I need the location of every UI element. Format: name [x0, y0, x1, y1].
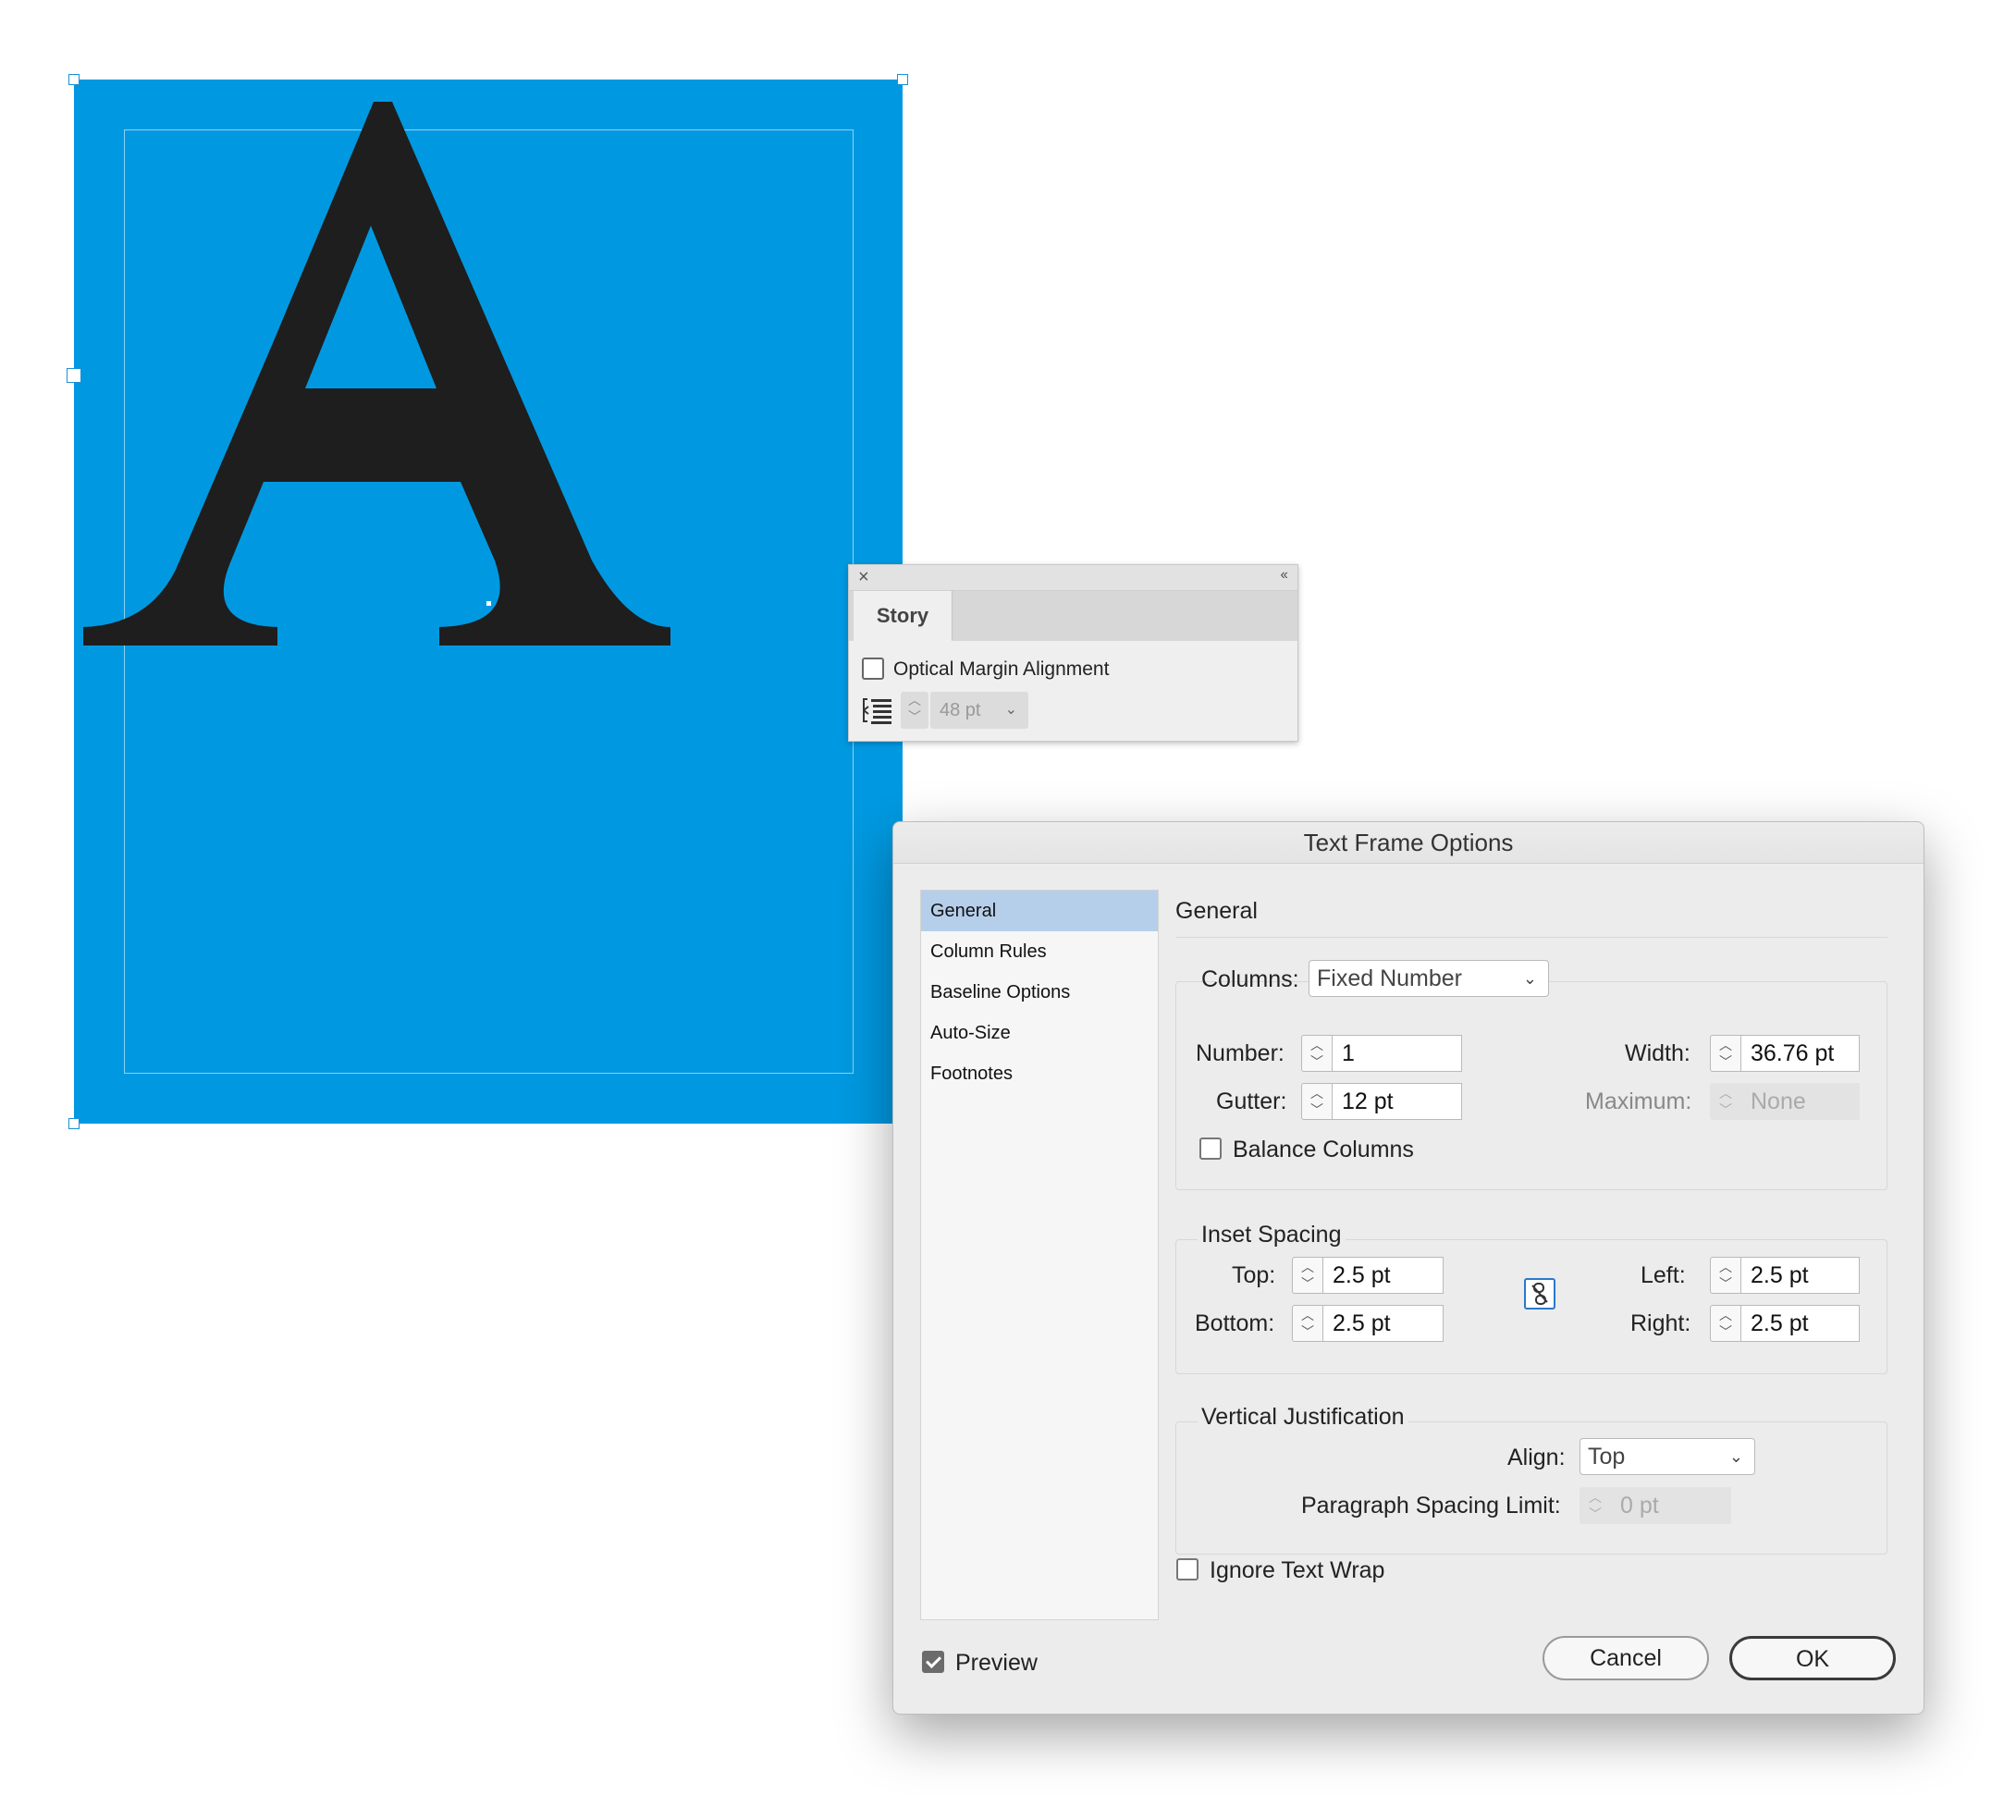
story-panel-titlebar: × ‹‹: [849, 565, 1297, 591]
inset-spacing-label: Inset Spacing: [1198, 1222, 1346, 1248]
top-label: Top:: [1232, 1262, 1276, 1288]
optical-margin-size-field[interactable]: 48 pt ⌄: [930, 692, 1028, 729]
left-label: Left:: [1641, 1262, 1686, 1288]
gutter-stepper[interactable]: ︿ ﹀: [1301, 1083, 1333, 1120]
left-stepper[interactable]: ︿ ﹀: [1710, 1257, 1741, 1294]
frame-handle-top-right[interactable]: [897, 74, 908, 85]
bottom-value[interactable]: 2.5 pt: [1323, 1305, 1444, 1342]
frame-handle-middle-left[interactable]: [67, 368, 81, 383]
checkbox-box[interactable]: [922, 1651, 944, 1673]
width-value[interactable]: 36.76 pt: [1741, 1035, 1860, 1072]
columns-mode-select[interactable]: Fixed Number ⌄: [1309, 960, 1549, 997]
tab-story[interactable]: Story: [854, 591, 953, 641]
broken-chain-icon: [1531, 1283, 1548, 1305]
bottom-stepper[interactable]: ︿ ﹀: [1292, 1305, 1323, 1342]
text-frame-options-dialog: Text Frame Options General Column Rules …: [892, 821, 1924, 1715]
align-label: Align:: [1507, 1445, 1566, 1470]
chevron-down-icon: ⌄: [1728, 1447, 1743, 1466]
chevron-down-icon[interactable]: ⌄: [1005, 692, 1017, 729]
story-panel: × ‹‹ Story Optical Margin Alignment ︿ ﹀ 4…: [848, 564, 1298, 742]
top-value[interactable]: 2.5 pt: [1323, 1257, 1444, 1294]
number-label: Number:: [1196, 1040, 1285, 1066]
dialog-title: Text Frame Options: [893, 822, 1924, 864]
optical-margin-label: Optical Margin Alignment: [893, 658, 1110, 680]
maximum-label: Maximum:: [1585, 1088, 1692, 1114]
options-sidebar: General Column Rules Baseline Options Au…: [920, 890, 1159, 1620]
preview-checkbox[interactable]: Preview: [922, 1650, 1038, 1677]
close-icon[interactable]: ×: [858, 567, 869, 588]
text-frame[interactable]: [74, 80, 903, 1124]
right-stepper[interactable]: ︿ ﹀: [1710, 1305, 1741, 1342]
vertical-justification-label: Vertical Justification: [1198, 1404, 1408, 1431]
maximum-stepper: ︿ ﹀: [1710, 1083, 1741, 1120]
align-select[interactable]: Top ⌄: [1580, 1438, 1755, 1475]
columns-label: Columns:: [1201, 966, 1299, 992]
balance-columns-checkbox[interactable]: Balance Columns: [1199, 1137, 1414, 1163]
left-value[interactable]: 2.5 pt: [1741, 1257, 1860, 1294]
checkbox-box[interactable]: [1199, 1138, 1222, 1160]
size-stepper[interactable]: ︿ ﹀: [901, 692, 928, 729]
width-label: Width:: [1625, 1040, 1690, 1066]
optical-margin-checkbox[interactable]: Optical Margin Alignment: [862, 658, 1109, 681]
paragraph-spacing-limit-value: 0 pt: [1611, 1487, 1731, 1524]
top-stepper[interactable]: ︿ ﹀: [1292, 1257, 1323, 1294]
frame-handle-bottom-left[interactable]: [68, 1118, 80, 1129]
link-icon[interactable]: [1524, 1278, 1555, 1310]
cancel-button[interactable]: Cancel: [1543, 1636, 1709, 1680]
section-divider: [1175, 937, 1887, 938]
vertical-justification-group: [1175, 1421, 1887, 1555]
ignore-text-wrap-label: Ignore Text Wrap: [1210, 1557, 1385, 1583]
frame-handle-top-left[interactable]: [68, 74, 80, 85]
chevron-down-icon: ⌄: [1522, 969, 1537, 988]
right-label: Right:: [1630, 1310, 1691, 1336]
number-value[interactable]: 1: [1333, 1035, 1462, 1072]
sidebar-item-general[interactable]: General: [921, 891, 1158, 931]
gutter-value[interactable]: 12 pt: [1333, 1083, 1462, 1120]
sidebar-item-footnotes[interactable]: Footnotes: [921, 1053, 1158, 1094]
size-value: 48 pt: [940, 700, 981, 720]
story-tab-row: Story: [849, 591, 1297, 641]
checkbox-box[interactable]: [862, 658, 884, 680]
collapse-icon[interactable]: ‹‹: [1280, 567, 1288, 584]
align-value: Top: [1588, 1444, 1626, 1470]
gutter-label: Gutter:: [1216, 1088, 1287, 1114]
optical-margin-size-icon: [863, 698, 891, 724]
text-cursor: [486, 601, 491, 606]
maximum-value: None: [1741, 1083, 1860, 1120]
ok-button[interactable]: OK: [1729, 1636, 1896, 1680]
balance-columns-label: Balance Columns: [1233, 1137, 1414, 1162]
width-stepper[interactable]: ︿ ﹀: [1710, 1035, 1741, 1072]
checkbox-box[interactable]: [1176, 1558, 1199, 1580]
bottom-label: Bottom:: [1195, 1310, 1275, 1336]
paragraph-spacing-limit-label: Paragraph Spacing Limit:: [1301, 1493, 1561, 1519]
sidebar-item-auto-size[interactable]: Auto-Size: [921, 1013, 1158, 1053]
ignore-text-wrap-checkbox[interactable]: Ignore Text Wrap: [1176, 1557, 1384, 1584]
sidebar-item-column-rules[interactable]: Column Rules: [921, 931, 1158, 972]
preview-label: Preview: [955, 1650, 1038, 1676]
sidebar-item-baseline-options[interactable]: Baseline Options: [921, 972, 1158, 1013]
columns-mode-value: Fixed Number: [1317, 965, 1462, 991]
number-stepper[interactable]: ︿ ﹀: [1301, 1035, 1333, 1072]
section-title: General: [1175, 898, 1258, 924]
right-value[interactable]: 2.5 pt: [1741, 1305, 1860, 1342]
paragraph-spacing-limit-stepper: ︿ ﹀: [1580, 1487, 1611, 1524]
